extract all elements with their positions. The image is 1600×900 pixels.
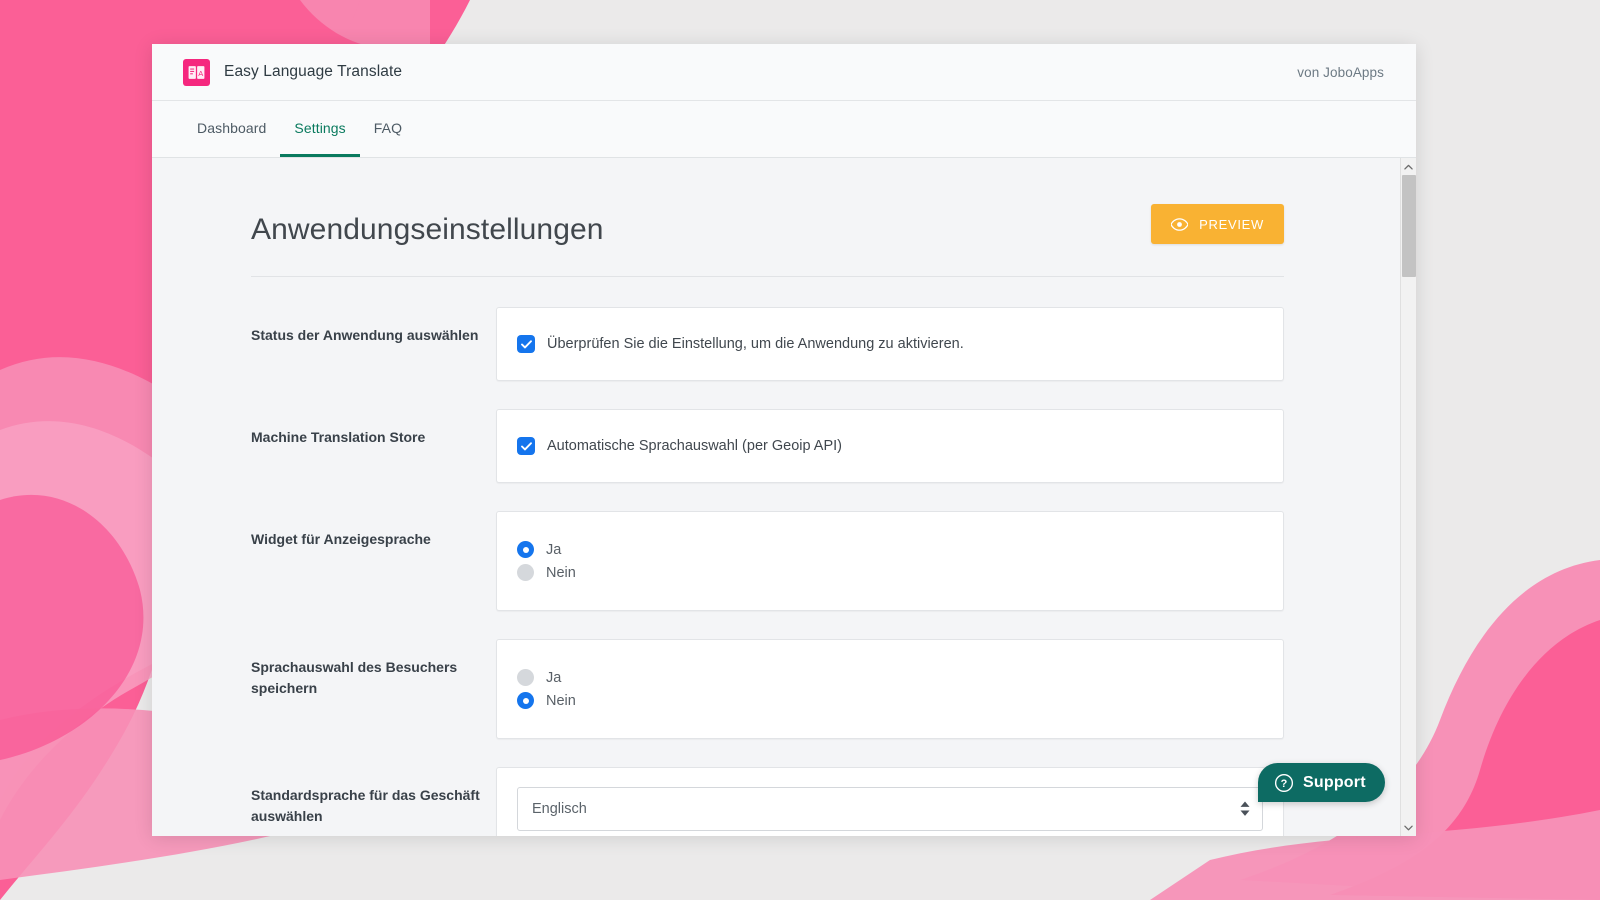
tab-faq[interactable]: FAQ xyxy=(360,101,416,157)
row-control-save-visitor-language: Ja Nein xyxy=(496,639,1284,739)
row-label-app-status: Status der Anwendung auswählen xyxy=(251,327,479,343)
tab-dashboard[interactable]: Dashboard xyxy=(183,101,280,157)
nav-tabs: Dashboard Settings FAQ xyxy=(152,101,1416,158)
save-language-radio-ja-label: Ja xyxy=(546,669,562,686)
auto-language-checkbox-label: Automatische Sprachauswahl (per Geoip AP… xyxy=(547,438,842,454)
row-label-widget-display-language: Widget für Anzeigesprache xyxy=(251,531,431,547)
widget-language-radio-ja[interactable]: Ja xyxy=(517,541,1263,558)
widget-language-radio-ja-label: Ja xyxy=(546,541,562,558)
checkbox-checked-icon[interactable] xyxy=(517,437,535,455)
svg-text:A: A xyxy=(198,68,203,77)
preview-button-label: PREVIEW xyxy=(1199,216,1264,232)
row-label-save-visitor-language: Sprachauswahl des Besuchers speichern xyxy=(251,659,458,696)
row-control-machine-translation-store: Automatische Sprachauswahl (per Geoip AP… xyxy=(496,409,1284,483)
support-button-label: Support xyxy=(1303,773,1366,791)
widget-language-radio-nein-label: Nein xyxy=(546,564,576,581)
preview-button[interactable]: PREVIEW xyxy=(1151,204,1284,244)
support-button[interactable]: ? Support xyxy=(1258,763,1385,802)
row-label-machine-translation-store: Machine Translation Store xyxy=(251,429,426,445)
app-title: Easy Language Translate xyxy=(224,63,403,80)
row-label-default-language: Standardsprache für das Geschäft auswähl… xyxy=(251,787,480,824)
default-language-select-value: Englisch xyxy=(532,801,587,817)
app-status-checkbox-row[interactable]: Überprüfen Sie die Einstellung, um die A… xyxy=(517,335,1263,353)
row-control-default-language: Englisch xyxy=(496,767,1284,836)
radio-unselected-icon[interactable] xyxy=(517,564,534,581)
scrollbar-track[interactable] xyxy=(1401,175,1417,819)
row-control-app-status: Überprüfen Sie die Einstellung, um die A… xyxy=(496,307,1284,381)
translate-book-icon: A xyxy=(183,58,210,86)
content-scroll-area: Anwendungseinstellungen PREVIEW Status d… xyxy=(152,158,1416,836)
chevron-up-icon[interactable] xyxy=(1401,158,1417,175)
form-rows: Status der Anwendung auswählen Überprüfe… xyxy=(152,277,1400,836)
vertical-scrollbar[interactable] xyxy=(1400,158,1416,836)
default-language-select[interactable]: Englisch xyxy=(517,787,1263,831)
radio-unselected-icon[interactable] xyxy=(517,669,534,686)
svg-text:?: ? xyxy=(1281,777,1288,789)
radio-selected-icon[interactable] xyxy=(517,541,534,558)
question-circle-icon: ? xyxy=(1274,773,1294,793)
checkbox-checked-icon[interactable] xyxy=(517,335,535,353)
form-row-widget-display-language: Widget für Anzeigesprache Ja Nein xyxy=(251,511,1284,639)
tab-settings[interactable]: Settings xyxy=(280,101,360,157)
page-title: Anwendungseinstellungen xyxy=(251,213,604,246)
settings-form: Anwendungseinstellungen PREVIEW Status d… xyxy=(152,158,1400,836)
form-row-save-visitor-language: Sprachauswahl des Besuchers speichern Ja… xyxy=(251,639,1284,767)
page-header: Anwendungseinstellungen PREVIEW xyxy=(251,158,1284,277)
auto-language-checkbox-row[interactable]: Automatische Sprachauswahl (per Geoip AP… xyxy=(517,437,1263,455)
save-language-radio-ja[interactable]: Ja xyxy=(517,669,1263,686)
form-row-machine-translation-store: Machine Translation Store Automatische S… xyxy=(251,409,1284,511)
radio-selected-icon[interactable] xyxy=(517,692,534,709)
app-window: A Easy Language Translate von JoboApps D… xyxy=(152,44,1416,836)
brand: A Easy Language Translate xyxy=(183,58,403,86)
save-language-radio-nein-label: Nein xyxy=(546,692,576,709)
scrollbar-thumb[interactable] xyxy=(1401,175,1416,277)
form-row-default-language: Standardsprache für das Geschäft auswähl… xyxy=(251,767,1284,836)
default-language-select-wrap: Englisch xyxy=(517,787,1263,831)
row-control-widget-display-language: Ja Nein xyxy=(496,511,1284,611)
widget-language-radio-nein[interactable]: Nein xyxy=(517,564,1263,581)
vendor-label: von JoboApps xyxy=(1297,64,1384,80)
eye-icon xyxy=(1171,217,1189,231)
app-status-checkbox-label: Überprüfen Sie die Einstellung, um die A… xyxy=(547,336,964,352)
save-language-radio-nein[interactable]: Nein xyxy=(517,692,1263,709)
form-row-app-status: Status der Anwendung auswählen Überprüfe… xyxy=(251,307,1284,409)
chevron-down-icon[interactable] xyxy=(1401,819,1417,836)
app-header: A Easy Language Translate von JoboApps xyxy=(152,44,1416,101)
